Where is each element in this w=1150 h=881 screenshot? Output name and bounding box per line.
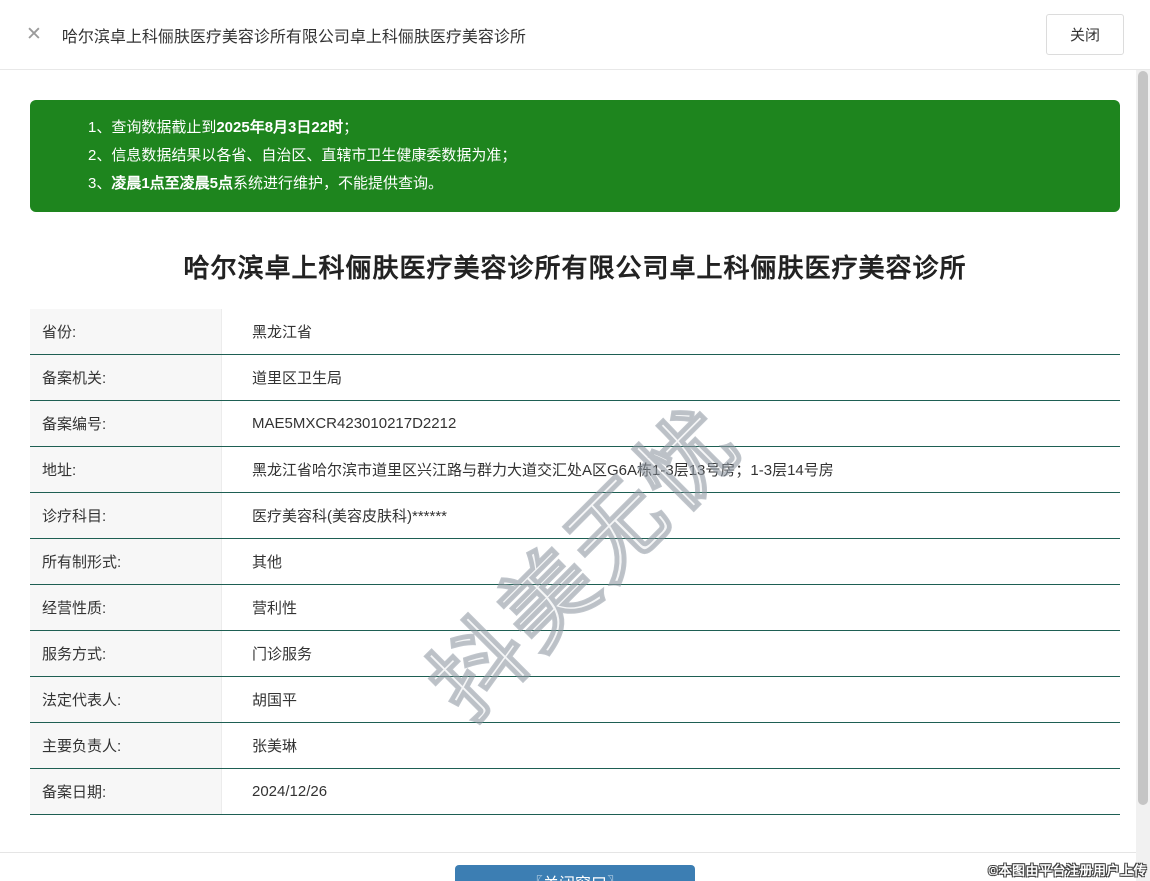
row-value: 胡国平	[252, 692, 298, 709]
row-value: MAE5MXCR423010217D2212	[252, 415, 457, 432]
table-row: 所有制形式: 其他	[30, 539, 1120, 585]
scrollbar-thumb[interactable]	[1138, 71, 1148, 805]
row-label: 经营性质:	[30, 585, 222, 630]
table-row: 诊疗科目: 医疗美容科(美容皮肤科)******	[30, 493, 1120, 539]
copyright-overlay: ©本图由平台注册用户上传	[988, 863, 1147, 878]
row-value: 2024/12/26	[252, 783, 328, 800]
row-label: 备案机关:	[30, 355, 222, 400]
row-value: 门诊服务	[252, 646, 313, 663]
table-row: 法定代表人: 胡国平	[30, 677, 1120, 723]
row-value: 黑龙江省	[252, 324, 313, 341]
notice-line-1: 1、查询数据截止到2025年8月3日22时；	[88, 119, 359, 136]
row-value: 其他	[252, 554, 283, 571]
row-label: 主要负责人:	[30, 723, 222, 768]
row-value: 黑龙江省哈尔滨市道里区兴江路与群力大道交汇处A区G6A栋1-3层13号房；1-3…	[252, 462, 834, 479]
row-value: 道里区卫生局	[252, 370, 343, 387]
window-titlebar: ✕ 哈尔滨卓上科俪肤医疗美容诊所有限公司卓上科俪肤医疗美容诊所 关闭	[0, 0, 1150, 70]
row-value: 营利性	[252, 600, 298, 617]
notice-box: 1、查询数据截止到2025年8月3日22时； 2、信息数据结果以各省、自治区、直…	[30, 100, 1120, 212]
row-label: 所有制形式:	[30, 539, 222, 584]
table-row: 主要负责人: 张美琳	[30, 723, 1120, 769]
row-label: 法定代表人:	[30, 677, 222, 722]
row-label: 省份:	[30, 309, 222, 354]
table-row: 备案日期: 2024/12/26	[30, 769, 1120, 815]
notice-line-3: 3、凌晨1点至凌晨5点系统进行维护，不能提供查询。	[88, 175, 444, 192]
row-label: 诊疗科目:	[30, 493, 222, 538]
table-row: 地址: 黑龙江省哈尔滨市道里区兴江路与群力大道交汇处A区G6A栋1-3层13号房…	[30, 447, 1120, 493]
row-label: 备案编号:	[30, 401, 222, 446]
table-row: 经营性质: 营利性	[30, 585, 1120, 631]
row-value: 医疗美容科(美容皮肤科)******	[252, 508, 448, 525]
row-label: 备案日期:	[30, 769, 222, 814]
close-window-button[interactable]: 〖关闭窗口〗	[455, 865, 695, 881]
info-table: 省份: 黑龙江省 备案机关: 道里区卫生局 备案编号: MAE5MXCR4230…	[30, 309, 1120, 815]
close-button[interactable]: 关闭	[1045, 14, 1124, 55]
close-x-icon[interactable]: ✕	[26, 25, 42, 44]
row-label: 服务方式:	[30, 631, 222, 676]
table-row: 备案编号: MAE5MXCR423010217D2212	[30, 401, 1120, 447]
table-row: 省份: 黑龙江省	[30, 309, 1120, 355]
table-row: 备案机关: 道里区卫生局	[30, 355, 1120, 401]
scrollbar[interactable]	[1136, 70, 1150, 881]
table-row: 服务方式: 门诊服务	[30, 631, 1120, 677]
content-area: 1、查询数据截止到2025年8月3日22时； 2、信息数据结果以各省、自治区、直…	[0, 100, 1150, 881]
row-value: 张美琳	[252, 738, 298, 755]
row-label: 地址:	[30, 447, 222, 492]
page-title: 哈尔滨卓上科俪肤医疗美容诊所有限公司卓上科俪肤医疗美容诊所	[183, 253, 967, 283]
bottom-bar: 〖关闭窗口〗	[0, 852, 1150, 881]
window-title: 哈尔滨卓上科俪肤医疗美容诊所有限公司卓上科俪肤医疗美容诊所	[61, 28, 526, 46]
notice-line-2: 2、信息数据结果以各省、自治区、直辖市卫生健康委数据为准；	[88, 147, 517, 164]
